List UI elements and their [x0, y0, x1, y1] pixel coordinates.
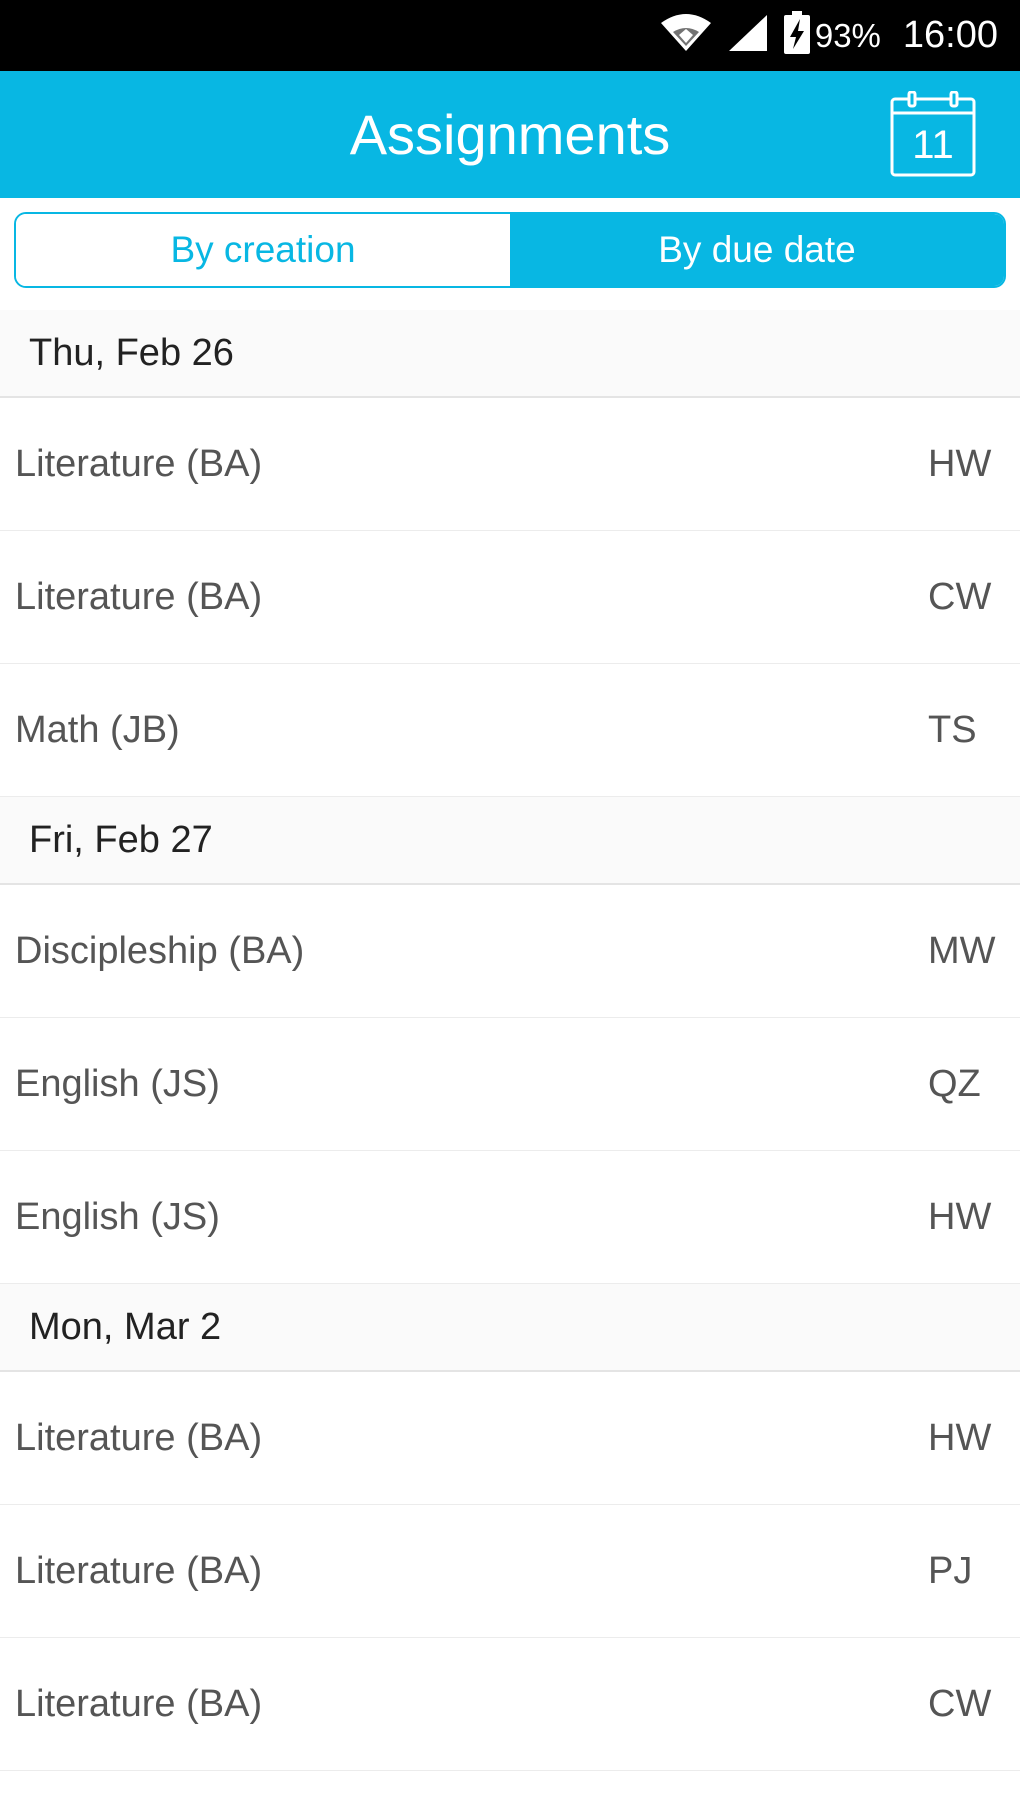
- assignment-type: HW: [928, 442, 992, 485]
- clock: 16:00: [902, 14, 998, 56]
- section-header: Thu, Feb 26: [0, 310, 1020, 398]
- status-bar: 93% 16:00: [0, 0, 1020, 71]
- assignment-type: TS: [928, 708, 977, 751]
- assignment-subject: Literature (BA): [15, 1416, 263, 1459]
- assignment-subject: Literature (BA): [15, 442, 263, 485]
- assignment-type: HW: [928, 1195, 992, 1238]
- page-title: Assignments: [349, 103, 671, 166]
- assignment-row[interactable]: Literature (BA) HW: [0, 1372, 1020, 1505]
- section-header: Mon, Mar 2: [0, 1284, 1020, 1372]
- assignment-row[interactable]: Literature (BA) CW: [0, 531, 1020, 664]
- assignment-row[interactable]: Math (JB) TS: [0, 664, 1020, 797]
- assignment-row[interactable]: Literature (BA) HW: [0, 398, 1020, 531]
- assignment-type: QZ: [928, 1062, 981, 1105]
- assignment-row[interactable]: Literature (BA) CW: [0, 1638, 1020, 1771]
- assignment-subject: Literature (BA): [15, 1682, 263, 1725]
- calendar-day-number: 11: [912, 123, 954, 167]
- assignment-list: Thu, Feb 26 Literature (BA) HW Literatur…: [0, 310, 1020, 1771]
- tab-by-due-date[interactable]: By due date: [510, 214, 1004, 286]
- battery-charging-icon: [783, 11, 811, 60]
- assignment-subject: English (JS): [15, 1195, 220, 1238]
- sort-toggle: By creation By due date: [14, 212, 1006, 288]
- section-header: Fri, Feb 27: [0, 797, 1020, 885]
- assignment-subject: Literature (BA): [15, 575, 263, 618]
- assignment-type: CW: [928, 575, 992, 618]
- wifi-icon: [659, 13, 713, 58]
- assignment-row[interactable]: English (JS) QZ: [0, 1018, 1020, 1151]
- assignment-subject: Discipleship (BA): [15, 929, 305, 972]
- assignment-row[interactable]: English (JS) HW: [0, 1151, 1020, 1284]
- assignment-type: PJ: [928, 1549, 973, 1592]
- cellular-signal-icon: [727, 13, 769, 58]
- assignment-type: CW: [928, 1682, 992, 1725]
- status-icons: 93% 16:00: [659, 0, 998, 71]
- assignment-subject: Literature (BA): [15, 1549, 263, 1592]
- assignment-type: HW: [928, 1416, 992, 1459]
- app-bar: Assignments 11: [0, 71, 1020, 198]
- tab-by-creation[interactable]: By creation: [16, 214, 510, 286]
- assignment-row[interactable]: Literature (BA) PJ: [0, 1505, 1020, 1638]
- assignment-row[interactable]: Discipleship (BA) MW: [0, 885, 1020, 1018]
- assignment-subject: Math (JB): [15, 708, 180, 751]
- battery-percent: 93%: [814, 16, 881, 54]
- calendar-button[interactable]: 11: [890, 91, 976, 177]
- assignment-subject: English (JS): [15, 1062, 220, 1105]
- assignment-type: MW: [928, 929, 996, 972]
